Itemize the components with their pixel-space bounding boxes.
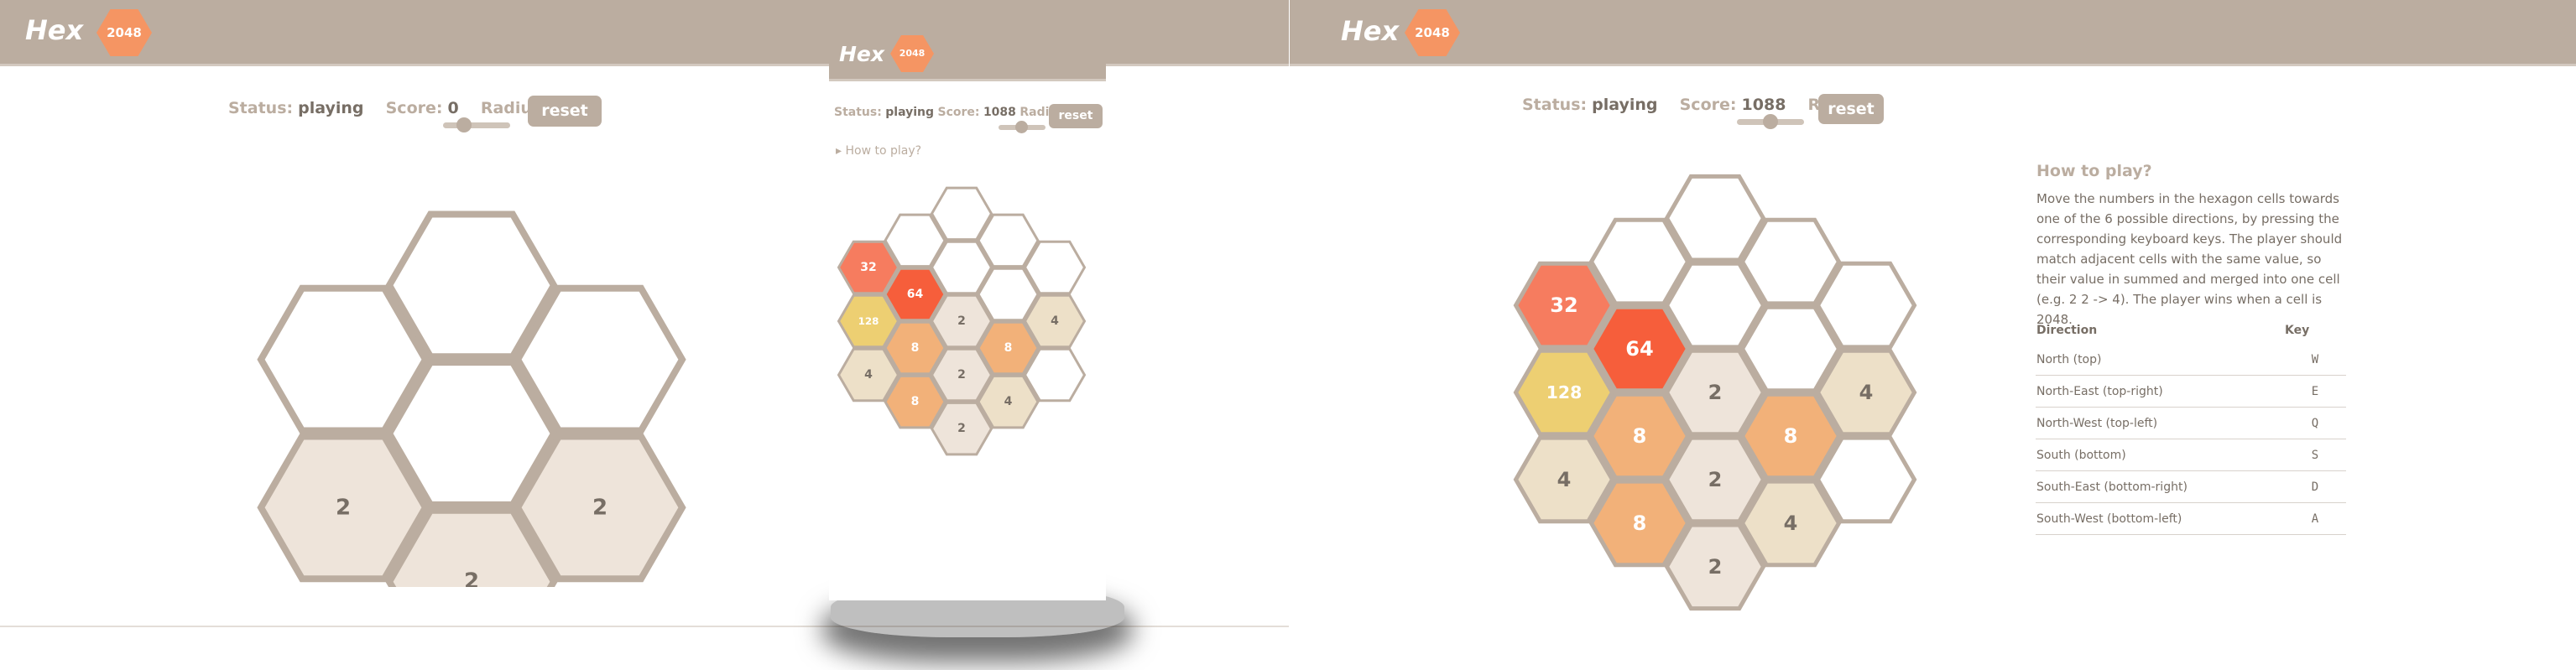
app-logo: Hex (1341, 15, 1400, 47)
how-to-play-text: Move the numbers in the hexagon cells to… (2036, 191, 2343, 327)
tile-value: 8 (1633, 512, 1647, 535)
status-value: playing (885, 106, 935, 119)
tile-value: 128 (1546, 382, 1583, 403)
app-badge: 2048 (890, 35, 934, 72)
tile-value: 2 (1708, 555, 1723, 579)
score-value: 1088 (1741, 96, 1786, 114)
app-badge: 2048 (1405, 9, 1460, 56)
tile-value: 2 (336, 495, 351, 520)
middle-pane: Hex 2048 Status: playing Score: 1088 Rad… (829, 0, 1106, 600)
tile-value: 2 (957, 314, 966, 328)
status-label: Status: (228, 99, 294, 117)
status-label: Status: (1522, 96, 1588, 114)
app-logo: Hex (839, 42, 885, 66)
how-to-play-toggle-label: How to play? (845, 144, 922, 158)
table-row: South (bottom) S (2036, 439, 2346, 471)
tile-value: 4 (1557, 468, 1572, 491)
tile-value: 2 (957, 368, 966, 382)
reset-button[interactable]: reset (1049, 104, 1103, 128)
tile-value: 64 (907, 288, 924, 301)
status-value: playing (1592, 96, 1658, 114)
how-to-play-title: How to play? (2036, 162, 2152, 180)
table-header-row: Direction Key (2036, 317, 2346, 344)
score-label: Score: (937, 106, 980, 119)
tile-value: 4 (1859, 381, 1874, 404)
table-row: North (top) W (2036, 344, 2346, 376)
caret-right-icon: ▸ (836, 144, 842, 158)
radius-slider-handle[interactable] (1015, 121, 1028, 133)
table-row: South-East (bottom-right) D (2036, 470, 2346, 503)
app-header: Hex 2048 (1290, 0, 2576, 64)
right-pane: Hex 2048 Status: playing Score: 1088 Rad… (1290, 0, 2576, 670)
tile-value: 4 (1051, 314, 1059, 328)
tile-value: 32 (1550, 293, 1577, 317)
score-label: Score: (385, 99, 443, 117)
app-header: Hex 2048 (829, 0, 1106, 79)
tile-value: 32 (860, 261, 876, 274)
reset-button[interactable]: reset (528, 96, 602, 127)
key-column-header: Key (2285, 324, 2310, 337)
tile-value: 8 (1784, 424, 1798, 448)
header-shadow (1290, 64, 2576, 66)
radius-slider-handle[interactable] (1763, 114, 1778, 129)
app-badge: 2048 (96, 9, 152, 56)
radius-slider[interactable] (443, 122, 510, 128)
status-bar: Status: playing Score: 1088 Radius 3 (834, 106, 1077, 119)
tile-value: 8 (1633, 424, 1647, 448)
direction-column-header: Direction (2036, 324, 2098, 337)
tile-value: 8 (911, 341, 920, 355)
tile-value: 4 (1004, 395, 1013, 408)
status-label: Status: (834, 106, 882, 119)
radius-slider-handle[interactable] (456, 117, 472, 132)
app-logo: Hex (25, 14, 84, 46)
table-row: North-East (top-right) E (2036, 375, 2346, 408)
tile-value: 2 (1708, 468, 1723, 491)
tile-value: 8 (1004, 341, 1013, 355)
table-row: North-West (top-left) Q (2036, 407, 2346, 439)
tile-value: 8 (911, 395, 920, 408)
how-to-play-toggle[interactable]: ▸ How to play? (836, 144, 921, 158)
header-shadow (829, 79, 1106, 81)
score-label: Score: (1679, 96, 1737, 114)
tile-value: 2 (464, 569, 479, 587)
score-value: 1088 (983, 106, 1016, 119)
tile-value: 128 (858, 315, 879, 327)
status-bar: Status: playing Score: 0 Radius 2 (228, 99, 558, 117)
key-table: Direction Key North (top) W North-East (t… (2036, 317, 2346, 535)
tile-value: 2 (1708, 381, 1723, 404)
status-value: playing (298, 99, 364, 117)
tile-value: 64 (1625, 337, 1653, 361)
score-value: 0 (447, 99, 459, 117)
game-board: 32 64 128 2 4 8 8 4 2 8 4 2 (1513, 174, 1917, 611)
game-board: 2 2 2 (257, 210, 686, 587)
tile-value: 4 (1784, 512, 1798, 535)
reset-button[interactable]: reset (1818, 94, 1884, 124)
game-board: 32 64 128 2 4 8 8 4 2 8 4 2 (837, 186, 1087, 456)
tile-value: 2 (592, 495, 607, 520)
table-row: South-West (bottom-left) A (2036, 502, 2346, 535)
tile-value: 4 (864, 368, 873, 382)
tile-value: 2 (957, 422, 966, 435)
